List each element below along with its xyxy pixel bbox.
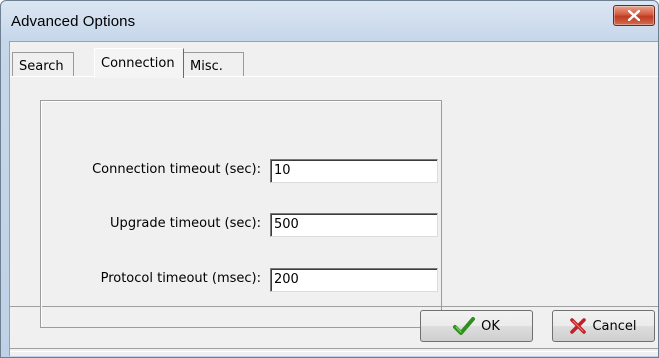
cancel-button[interactable]: Cancel: [552, 310, 655, 342]
tab-search-label: Search: [19, 59, 64, 74]
protocol-timeout-input[interactable]: 200: [270, 268, 438, 292]
tab-connection[interactable]: Connection: [94, 48, 184, 78]
tab-search[interactable]: Search: [12, 52, 74, 78]
window-title: Advanced Options: [11, 13, 136, 30]
button-bar-separator: [10, 348, 658, 352]
ok-button-label: OK: [481, 318, 500, 334]
connection-settings-group: Connection timeout (sec): 10 Upgrade tim…: [40, 100, 442, 328]
tab-connection-label: Connection: [101, 56, 175, 71]
ok-button[interactable]: OK: [420, 310, 533, 342]
red-x-icon: [570, 318, 587, 334]
tab-misc[interactable]: Misc.: [184, 52, 244, 78]
protocol-timeout-label: Protocol timeout (msec):: [100, 271, 261, 286]
upgrade-timeout-input[interactable]: 500: [270, 213, 438, 237]
connection-timeout-value: 10: [274, 163, 291, 178]
tab-misc-label: Misc.: [190, 59, 223, 74]
connection-timeout-label: Connection timeout (sec):: [92, 162, 261, 177]
advanced-options-dialog: Advanced Options Search Connection Misc.…: [0, 0, 659, 358]
protocol-timeout-value: 200: [274, 272, 299, 287]
cancel-button-label: Cancel: [592, 318, 637, 334]
connection-timeout-input[interactable]: 10: [270, 159, 438, 183]
upgrade-timeout-label: Upgrade timeout (sec):: [110, 216, 261, 231]
upgrade-timeout-value: 500: [274, 217, 299, 232]
dialog-client-area: Search Connection Misc. Connection timeo…: [9, 41, 658, 356]
checkmark-icon: [453, 317, 476, 335]
close-button[interactable]: [613, 5, 655, 26]
